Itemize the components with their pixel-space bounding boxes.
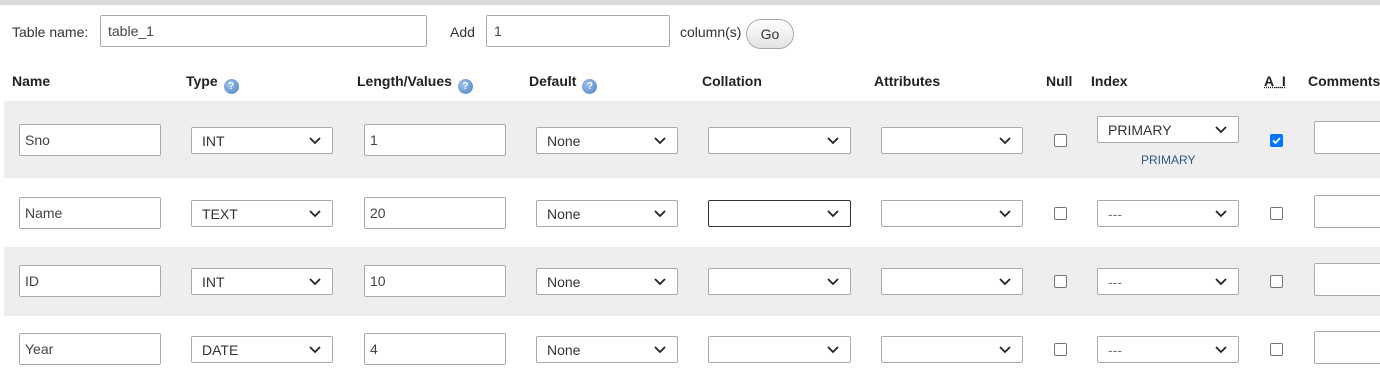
chevron-down-icon: [999, 136, 1011, 144]
header-default: Default?: [529, 73, 598, 94]
collation-select[interactable]: [708, 127, 851, 154]
auto-increment-checkbox[interactable]: [1270, 207, 1283, 220]
add-label: Add: [450, 24, 475, 40]
header-type: Type?: [186, 73, 239, 94]
chevron-down-icon: [654, 209, 666, 217]
chevron-down-icon: [827, 209, 839, 217]
chevron-down-icon: [1215, 209, 1227, 217]
add-columns-count-input[interactable]: 1: [486, 15, 670, 47]
index-select[interactable]: ---: [1097, 336, 1239, 363]
table-name-input[interactable]: table_1: [100, 15, 427, 47]
help-circle-icon[interactable]: ?: [457, 79, 473, 94]
header-auto-increment[interactable]: A_I: [1264, 73, 1286, 89]
attributes-select[interactable]: [881, 200, 1023, 227]
attributes-select[interactable]: [881, 127, 1023, 154]
index-select[interactable]: ---: [1097, 200, 1239, 227]
default-select[interactable]: None: [536, 200, 678, 227]
collation-select[interactable]: [708, 200, 851, 227]
chevron-down-icon: [654, 345, 666, 353]
attributes-select[interactable]: [881, 336, 1023, 363]
chevron-down-icon: [309, 209, 321, 217]
top-tab-strip: [0, 0, 1380, 5]
chevron-down-icon: [827, 136, 839, 144]
chevron-down-icon: [654, 136, 666, 144]
chevron-down-icon: [1215, 277, 1227, 285]
default-select[interactable]: None: [536, 127, 678, 154]
table-name-label: Table name:: [12, 24, 89, 40]
chevron-down-icon: [309, 136, 321, 144]
comments-input[interactable]: [1314, 195, 1380, 228]
chevron-down-icon: [827, 345, 839, 353]
auto-increment-checkbox[interactable]: [1270, 134, 1283, 147]
comments-input[interactable]: [1314, 121, 1380, 154]
chevron-down-icon: [309, 277, 321, 285]
type-select[interactable]: TEXT: [191, 200, 333, 227]
chevron-down-icon: [827, 277, 839, 285]
help-circle-icon[interactable]: ?: [223, 79, 239, 94]
go-button[interactable]: Go: [746, 19, 794, 49]
collation-select[interactable]: [708, 336, 851, 363]
index-select[interactable]: ---: [1097, 268, 1239, 295]
length-values-input[interactable]: 4: [364, 333, 506, 365]
header-index: Index: [1091, 73, 1128, 89]
auto-increment-checkbox[interactable]: [1270, 275, 1283, 288]
column-name-input[interactable]: Year: [19, 333, 161, 365]
attributes-select[interactable]: [881, 268, 1023, 295]
type-select[interactable]: DATE: [191, 336, 333, 363]
default-select[interactable]: None: [536, 268, 678, 295]
header-null: Null: [1046, 73, 1073, 89]
auto-increment-checkbox[interactable]: [1270, 343, 1283, 356]
chevron-down-icon: [654, 277, 666, 285]
type-select[interactable]: INT: [191, 127, 333, 154]
chevron-down-icon: [1215, 345, 1227, 353]
header-attributes: Attributes: [874, 73, 941, 89]
null-checkbox[interactable]: [1054, 134, 1067, 147]
index-select[interactable]: PRIMARY: [1097, 116, 1239, 143]
columns-label: column(s): [680, 24, 742, 40]
null-checkbox[interactable]: [1054, 343, 1067, 356]
type-select[interactable]: INT: [191, 268, 333, 295]
column-name-input[interactable]: Sno: [19, 124, 161, 156]
column-name-input[interactable]: Name: [19, 197, 161, 229]
index-note: PRIMARY: [1141, 153, 1196, 167]
header-length-values: Length/Values?: [357, 73, 473, 94]
chevron-down-icon: [999, 209, 1011, 217]
length-values-input[interactable]: 20: [364, 197, 506, 229]
checkmark-icon: [1272, 137, 1281, 145]
null-checkbox[interactable]: [1054, 207, 1067, 220]
header-name: Name: [12, 73, 51, 89]
chevron-down-icon: [1215, 125, 1227, 133]
length-values-input[interactable]: 10: [364, 265, 506, 297]
chevron-down-icon: [999, 345, 1011, 353]
collation-select[interactable]: [708, 268, 851, 295]
chevron-down-icon: [999, 277, 1011, 285]
comments-input[interactable]: [1314, 331, 1380, 364]
chevron-down-icon: [309, 345, 321, 353]
default-select[interactable]: None: [536, 336, 678, 363]
length-values-input[interactable]: 1: [364, 124, 506, 156]
column-name-input[interactable]: ID: [19, 265, 161, 297]
comments-input[interactable]: [1314, 263, 1380, 296]
help-circle-icon[interactable]: ?: [582, 79, 598, 94]
header-collation: Collation: [702, 73, 762, 89]
null-checkbox[interactable]: [1054, 275, 1067, 288]
header-comments: Comments: [1308, 73, 1380, 89]
